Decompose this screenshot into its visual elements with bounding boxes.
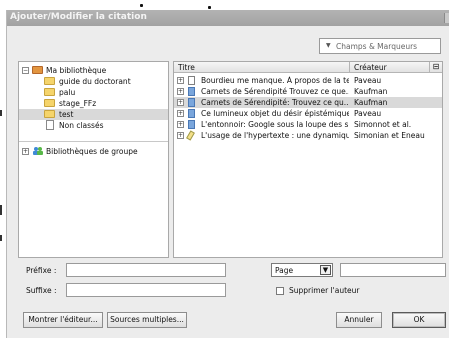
item-row-selected[interactable]: + Carnets de Sérendipité: Trouvez ce qu.…	[174, 97, 442, 108]
expand-icon[interactable]: +	[177, 132, 184, 139]
item-creator: Kaufman	[354, 87, 388, 96]
locator-select[interactable]: Page ▼	[271, 263, 333, 277]
item-title: Ce lumineux objet du désir épistémique	[201, 109, 349, 118]
group-libraries-label: Bibliothèques de groupe	[46, 147, 138, 156]
unfiled-icon	[46, 120, 54, 130]
stray-mark	[208, 6, 211, 9]
item-row[interactable]: + L'usage de l'hypertexte : une dynamiqu…	[174, 130, 442, 141]
suppress-author-checkbox[interactable]	[276, 287, 284, 295]
group-libraries[interactable]: + Bibliothèques de groupe	[19, 146, 168, 157]
journal-article-icon	[188, 109, 195, 118]
journal-article-icon	[188, 87, 195, 96]
group-library-icon	[33, 147, 43, 155]
suffix-input[interactable]	[66, 283, 226, 297]
dialog-title: Ajouter/Modifier la citation	[10, 12, 147, 22]
prefix-input[interactable]	[66, 263, 226, 277]
ok-button[interactable]: OK	[392, 312, 446, 328]
item-row[interactable]: + L'entonnoir: Google sous la loupe des …	[174, 119, 442, 130]
item-row[interactable]: + Carnets de Sérendipité Trouvez ce que.…	[174, 86, 442, 97]
collapse-icon[interactable]: −	[22, 67, 29, 74]
chevron-down-icon[interactable]: ▼	[320, 265, 331, 275]
journal-article-icon	[188, 98, 195, 107]
column-header-creator[interactable]: Créateur	[350, 62, 430, 73]
folder-icon	[44, 99, 55, 107]
close-icon[interactable]	[444, 13, 449, 23]
pane-divider	[19, 141, 168, 142]
column-picker-icon[interactable]: ⊟	[430, 62, 442, 73]
suppress-author-label[interactable]: Supprimer l'auteur	[289, 286, 359, 295]
show-editor-button[interactable]: Montrer l'éditeur...	[23, 312, 103, 328]
web-page-icon	[186, 130, 195, 141]
item-title: L'entonnoir: Google sous la loupe des s.…	[201, 120, 349, 129]
item-creator: Simonnot et al.	[354, 120, 412, 129]
expand-icon[interactable]: +	[22, 148, 29, 155]
item-title: L'usage de l'hypertexte : une dynamiqu..…	[201, 131, 349, 140]
search-placeholder: Champs & Marqueurs	[336, 42, 418, 51]
locator-input[interactable]	[340, 263, 446, 277]
suffix-label: Suffixe :	[26, 286, 57, 295]
dialog-titlebar[interactable]: Ajouter/Modifier la citation	[7, 10, 449, 26]
folder-icon	[44, 77, 55, 85]
multiple-sources-button[interactable]: Sources multiples...	[107, 312, 187, 328]
library-folder-icon	[32, 66, 43, 74]
search-field[interactable]: ▼ Champs & Marqueurs	[319, 38, 441, 54]
item-creator: Simonian et Eneau	[354, 131, 425, 140]
unfiled-item[interactable]: Non classés	[19, 120, 168, 131]
item-creator: Paveau	[354, 76, 382, 85]
collection-label: guide du doctorant	[59, 77, 131, 86]
item-title: Carnets de Sérendipité: Trouvez ce qu...	[201, 98, 349, 107]
expand-icon[interactable]: +	[177, 88, 184, 95]
stray-mark	[140, 4, 143, 7]
item-row[interactable]: + Bourdieu me manque. À propos de la te.…	[174, 75, 442, 86]
folder-icon	[44, 88, 55, 96]
edge-mark	[0, 205, 2, 215]
item-title: Bourdieu me manque. À propos de la te...	[201, 76, 349, 85]
expand-icon[interactable]: +	[177, 77, 184, 84]
column-header-title[interactable]: Titre	[174, 62, 350, 73]
edge-mark	[0, 235, 2, 241]
edge-mark	[0, 110, 2, 116]
cancel-button[interactable]: Annuler	[336, 312, 382, 328]
collection-item[interactable]: guide du doctorant	[19, 76, 168, 87]
expand-icon[interactable]: +	[177, 121, 184, 128]
item-row[interactable]: + Ce lumineux objet du désir épistémique…	[174, 108, 442, 119]
citation-dialog: Ajouter/Modifier la citation ▼ Champs & …	[6, 10, 449, 338]
item-creator: Paveau	[354, 109, 382, 118]
expand-icon[interactable]: +	[177, 110, 184, 117]
collection-label: Non classés	[59, 121, 104, 130]
library-pane[interactable]: − Ma bibliothèque guide du doctorant pal…	[18, 61, 169, 258]
collection-item-selected[interactable]: test	[19, 109, 168, 120]
item-title: Carnets de Sérendipité Trouvez ce que...	[201, 87, 349, 96]
collection-label: palu	[59, 88, 76, 97]
item-creator: Kaufman	[354, 98, 388, 107]
items-pane[interactable]: Titre Créateur ⊟ + Bourdieu me manque. À…	[173, 61, 443, 258]
locator-value: Page	[275, 266, 294, 275]
collection-item[interactable]: stage_FFz	[19, 98, 168, 109]
folder-icon	[44, 110, 55, 118]
library-item-label: Ma bibliothèque	[46, 66, 107, 75]
expand-icon[interactable]: +	[177, 99, 184, 106]
journal-article-icon	[188, 120, 195, 129]
prefix-label: Préfixe :	[26, 266, 57, 275]
collection-label: test	[59, 110, 74, 119]
search-mode-dropdown-icon[interactable]: ▼	[326, 42, 331, 49]
collection-item[interactable]: palu	[19, 87, 168, 98]
collection-label: stage_FFz	[59, 99, 97, 108]
library-root[interactable]: − Ma bibliothèque	[19, 65, 168, 76]
book-icon	[188, 76, 195, 85]
